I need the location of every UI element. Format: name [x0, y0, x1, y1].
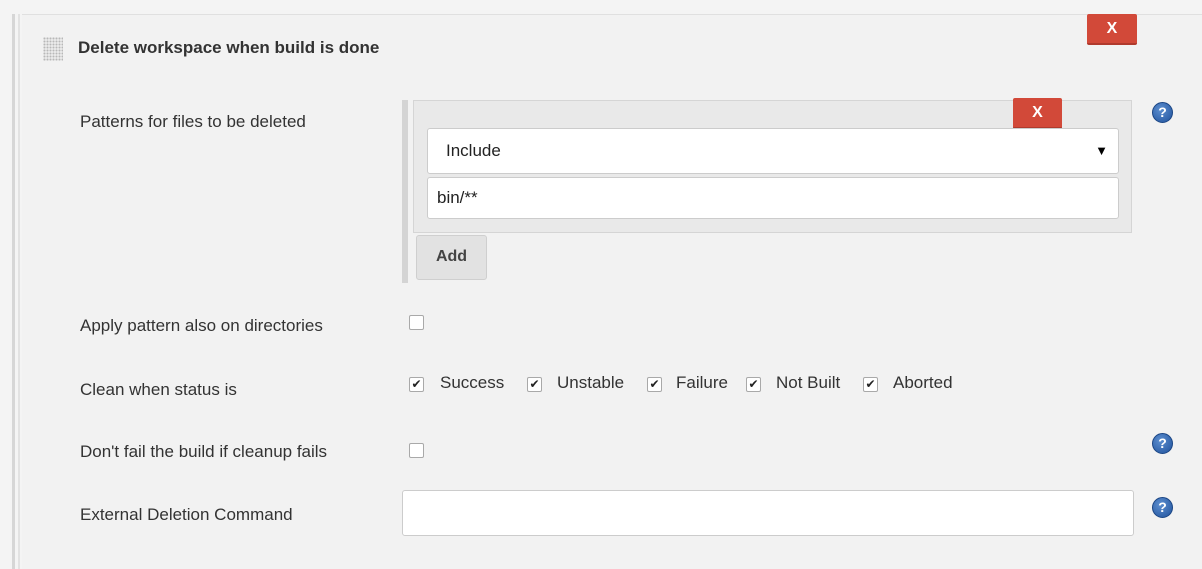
patterns-label: Patterns for files to be deleted [80, 112, 306, 131]
repeatable-bar [402, 100, 408, 283]
success-label: Success [440, 373, 505, 392]
section-border [12, 14, 15, 569]
section-border-inner [18, 14, 20, 569]
failure-label: Failure [676, 373, 728, 392]
no-fail-label: Don't fail the build if cleanup fails [80, 442, 328, 461]
not-built-checkbox[interactable]: ✔ [746, 377, 761, 392]
not-built-label: Not Built [776, 373, 841, 392]
unstable-label: Unstable [557, 373, 625, 392]
apply-dirs-checkbox[interactable] [409, 315, 424, 330]
delete-section-button[interactable]: X [1087, 14, 1137, 45]
aborted-checkbox[interactable]: ✔ [863, 377, 878, 392]
pattern-input[interactable]: bin/** [427, 177, 1119, 219]
aborted-label: Aborted [893, 373, 953, 392]
pattern-type-select[interactable]: Include ▼ [427, 128, 1119, 174]
help-icon[interactable]: ? [1152, 433, 1173, 454]
no-fail-checkbox[interactable] [409, 443, 424, 458]
help-icon[interactable]: ? [1152, 102, 1173, 123]
failure-checkbox[interactable]: ✔ [647, 377, 662, 392]
help-icon[interactable]: ? [1152, 497, 1173, 518]
add-pattern-button[interactable]: Add [416, 235, 487, 280]
external-command-input[interactable] [402, 490, 1134, 536]
drag-handle-icon[interactable] [43, 37, 63, 61]
delete-pattern-button[interactable]: X [1013, 98, 1062, 129]
section-title: Delete workspace when build is done [78, 38, 380, 57]
pattern-type-value: Include [446, 141, 501, 160]
apply-dirs-label: Apply pattern also on directories [80, 316, 323, 335]
external-command-label: External Deletion Command [80, 505, 293, 524]
unstable-checkbox[interactable]: ✔ [527, 377, 542, 392]
clean-status-label: Clean when status is [80, 380, 237, 399]
dropdown-arrow-icon: ▼ [1095, 143, 1108, 158]
success-checkbox[interactable]: ✔ [409, 377, 424, 392]
